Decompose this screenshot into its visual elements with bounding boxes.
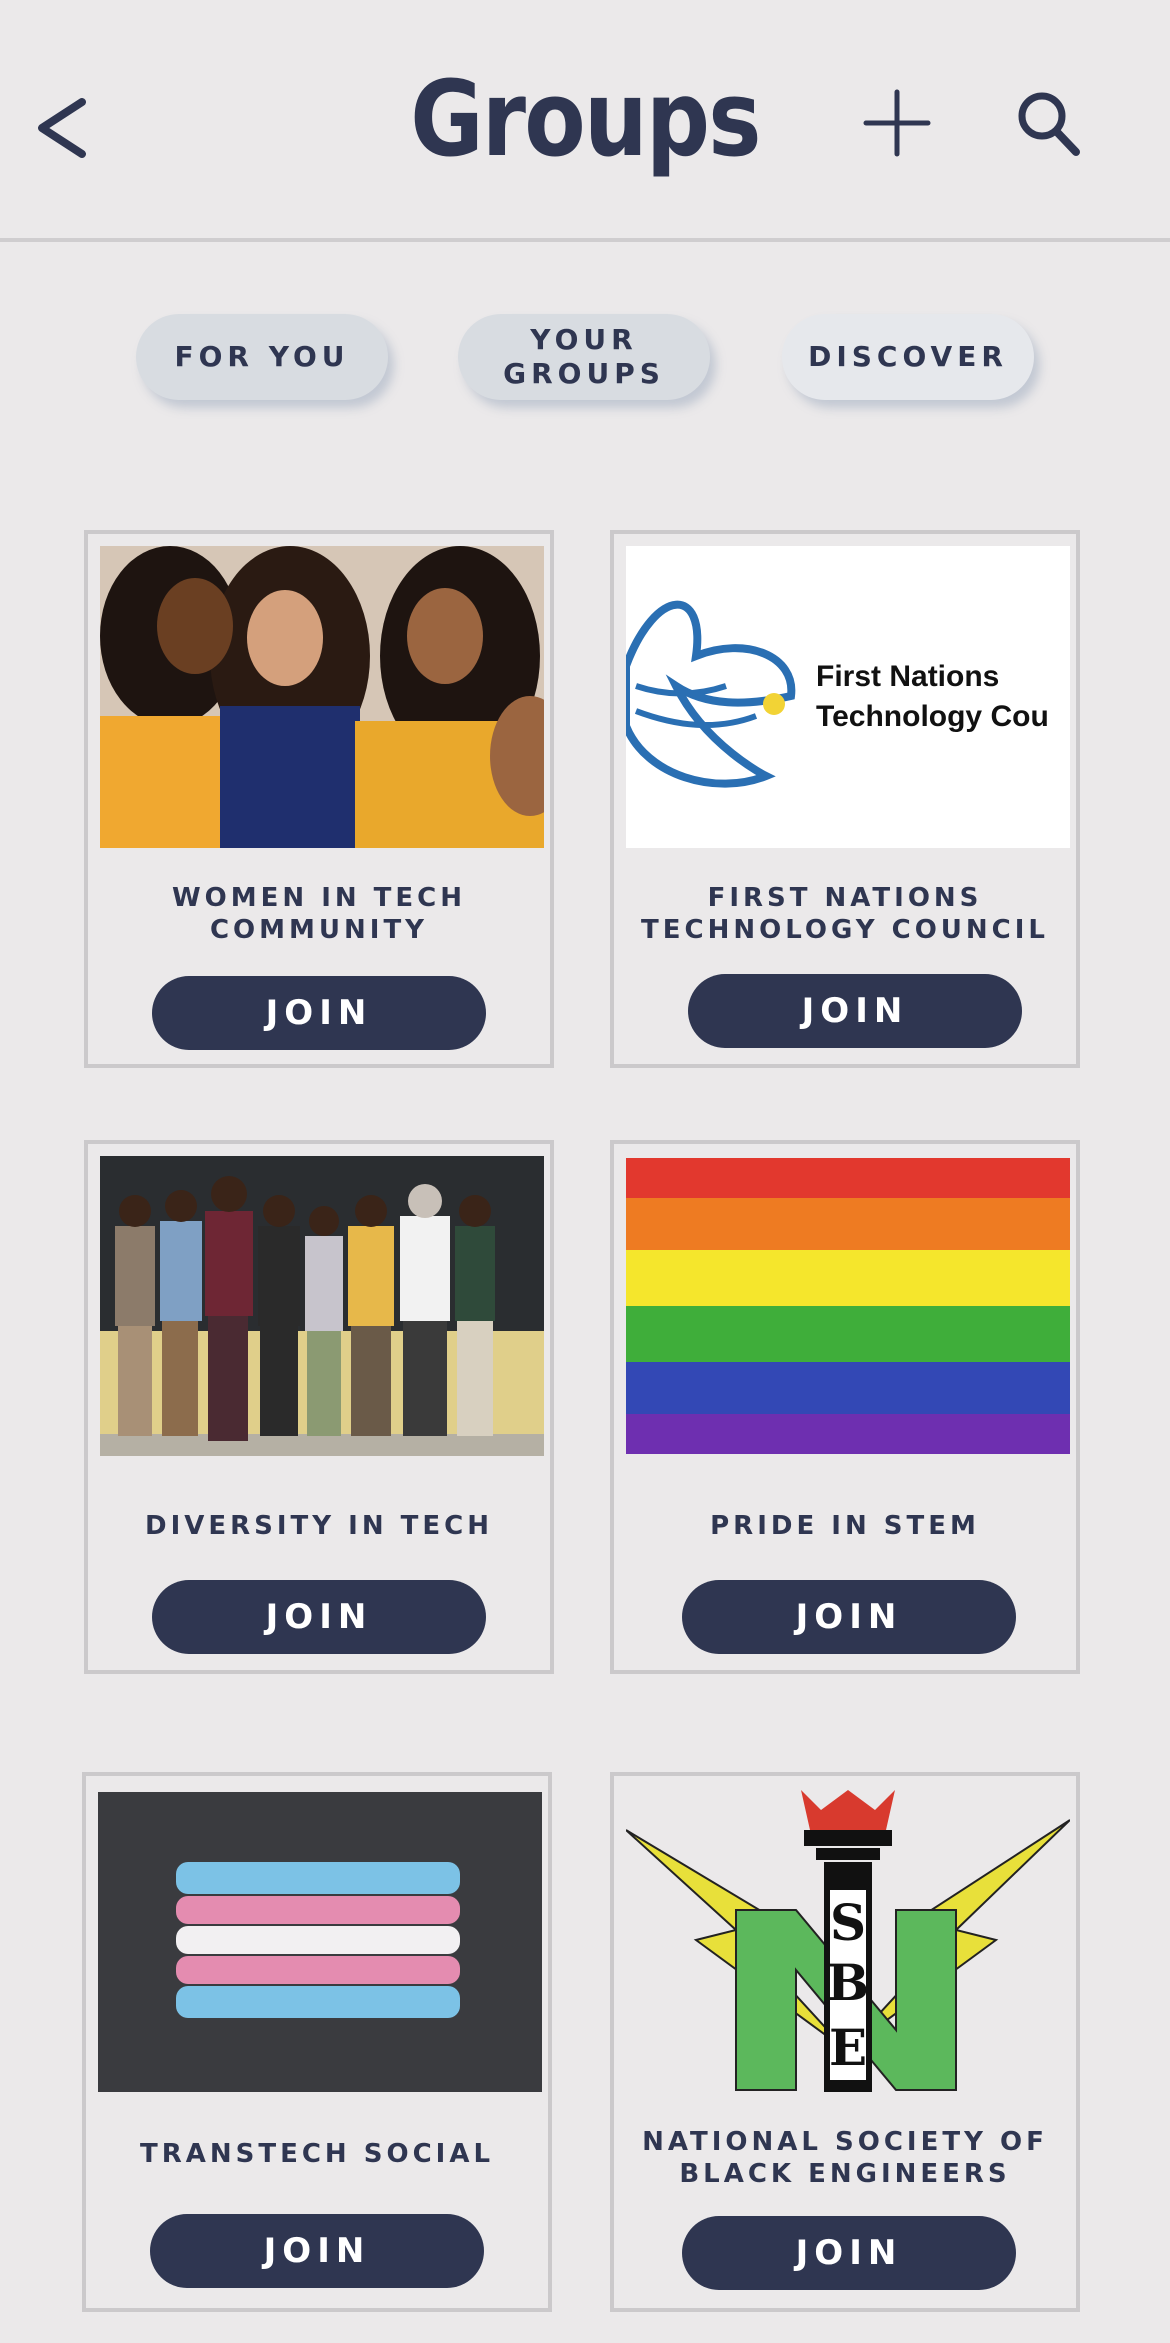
group-name: FIRST NATIONS TECHNOLOGY COUNCIL [641,883,1049,945]
tab-your-groups[interactable]: YOUR GROUPS [458,314,710,400]
group-card-nsbe[interactable]: S B E NATIONAL SOCIETY OF BLACK ENGINEER… [610,1772,1080,2312]
group-card-diversity-in-tech[interactable]: DIVERSITY IN TECH JOIN [84,1140,554,1674]
group-image [100,1156,544,1456]
group-name: NATIONAL SOCIETY OF BLACK ENGINEERS [642,2127,1048,2189]
page-title: Groups [410,58,761,180]
group-image: First Nations Technology Cou [626,546,1070,848]
tab-for-you[interactable]: FOR YOU [136,314,388,400]
join-button[interactable]: JOIN [682,1580,1016,1654]
header-bar: Groups [0,0,1170,242]
logo-text-line2: Technology Cou [816,700,1049,733]
join-button[interactable]: JOIN [152,976,486,1050]
search-icon[interactable] [1014,88,1084,160]
group-card-pride-in-stem[interactable]: PRIDE IN STEM JOIN [610,1140,1080,1674]
join-button[interactable]: JOIN [152,1580,486,1654]
group-card-women-in-tech[interactable]: WOMEN IN TECH COMMUNITY JOIN [84,530,554,1068]
rainbow-flag-image [626,1158,1070,1454]
svg-text:B: B [827,1953,869,2012]
group-name: WOMEN IN TECH COMMUNITY [171,883,467,945]
group-image [100,546,544,848]
trans-flag-chalk-image [98,1792,542,2092]
group-card-first-nations[interactable]: First Nations Technology Cou FIRST NATIO… [610,530,1080,1068]
group-name: PRIDE IN STEM [710,1511,980,1541]
group-name: DIVERSITY IN TECH [145,1511,493,1541]
logo-text-line1: First Nations [816,660,999,693]
group-card-transtech-social[interactable]: TRANSTECH SOCIAL JOIN [82,1772,552,2312]
join-button[interactable]: JOIN [150,2214,484,2288]
svg-text:S: S [830,1893,866,1952]
group-name: TRANSTECH SOCIAL [139,2139,495,2169]
svg-text:E: E [829,2018,867,2077]
nsbe-logo-image: S B E [626,1790,1070,2092]
plus-icon[interactable] [862,88,932,158]
join-button[interactable]: JOIN [682,2216,1016,2290]
tab-discover[interactable]: DISCOVER [782,314,1034,400]
join-button[interactable]: JOIN [688,974,1022,1048]
